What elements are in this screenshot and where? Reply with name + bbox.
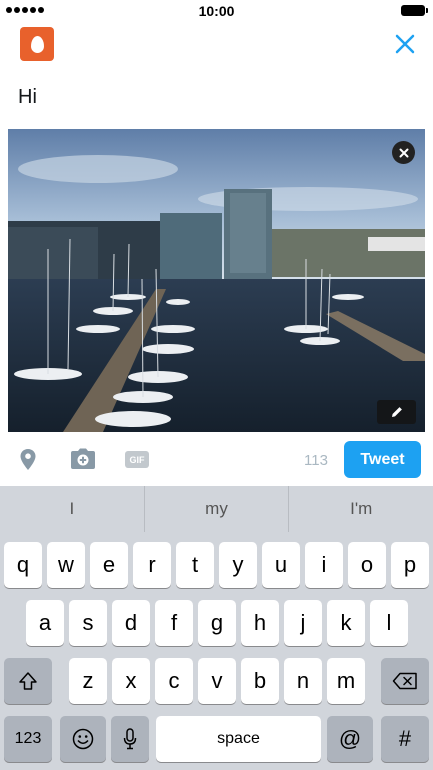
suggestion-item[interactable]: my (143, 486, 289, 532)
key-d[interactable]: d (112, 600, 150, 646)
egg-avatar-icon (30, 35, 44, 53)
shift-key[interactable] (4, 658, 52, 704)
gif-button[interactable]: GIF (125, 451, 149, 468)
keyboard: I my I'm q w e r t y u i o p a s d f g h… (0, 486, 433, 770)
pencil-icon (391, 407, 402, 417)
avatar[interactable] (20, 27, 54, 61)
key-h[interactable]: h (241, 600, 279, 646)
marina-photo (8, 129, 425, 432)
key-v[interactable]: v (198, 658, 236, 704)
key-m[interactable]: m (327, 658, 365, 704)
emoji-key[interactable] (60, 716, 106, 762)
key-c[interactable]: c (155, 658, 193, 704)
dictation-key[interactable] (111, 716, 149, 762)
suggestion-item[interactable]: I (0, 486, 144, 532)
location-button[interactable] (19, 448, 37, 477)
suggestion-bar: I my I'm (0, 486, 433, 532)
composer-toolbar: GIF 113 Tweet (0, 438, 433, 482)
key-b[interactable]: b (241, 658, 279, 704)
close-icon (399, 148, 408, 157)
at-key[interactable]: @ (327, 716, 373, 762)
key-x[interactable]: x (112, 658, 150, 704)
emoji-icon (72, 728, 94, 750)
key-w[interactable]: w (47, 542, 85, 588)
key-u[interactable]: u (262, 542, 300, 588)
key-q[interactable]: q (4, 542, 42, 588)
add-photo-button[interactable] (70, 448, 96, 475)
backspace-icon (392, 672, 417, 690)
key-j[interactable]: j (284, 600, 322, 646)
close-button[interactable] (393, 32, 417, 56)
key-z[interactable]: z (69, 658, 107, 704)
status-bar: 10:00 (0, 0, 433, 22)
backspace-key[interactable] (381, 658, 429, 704)
key-a[interactable]: a (26, 600, 64, 646)
edit-photo-button[interactable] (377, 400, 416, 424)
tweet-button[interactable]: Tweet (344, 441, 421, 478)
battery-icon (401, 5, 428, 16)
key-p[interactable]: p (391, 542, 429, 588)
attached-photo[interactable] (8, 129, 425, 432)
shift-icon (19, 672, 37, 690)
key-o[interactable]: o (348, 542, 386, 588)
character-counter: 113 (304, 452, 328, 469)
space-key[interactable]: space (156, 716, 321, 762)
status-time: 10:00 (198, 3, 235, 19)
close-icon (395, 34, 415, 54)
hash-key[interactable]: # (381, 716, 429, 762)
key-e[interactable]: e (90, 542, 128, 588)
numbers-key[interactable]: 123 (4, 716, 52, 762)
microphone-icon (123, 728, 137, 750)
key-l[interactable]: l (370, 600, 408, 646)
key-r[interactable]: r (133, 542, 171, 588)
key-f[interactable]: f (155, 600, 193, 646)
tweet-text-input[interactable]: Hi (18, 86, 37, 109)
key-g[interactable]: g (198, 600, 236, 646)
key-n[interactable]: n (284, 658, 322, 704)
suggestion-item[interactable]: I'm (288, 486, 433, 532)
key-t[interactable]: t (176, 542, 214, 588)
camera-icon (71, 448, 95, 469)
key-y[interactable]: y (219, 542, 257, 588)
key-s[interactable]: s (69, 600, 107, 646)
key-i[interactable]: i (305, 542, 343, 588)
key-k[interactable]: k (327, 600, 365, 646)
location-pin-icon (20, 449, 36, 470)
remove-photo-button[interactable] (392, 141, 415, 164)
